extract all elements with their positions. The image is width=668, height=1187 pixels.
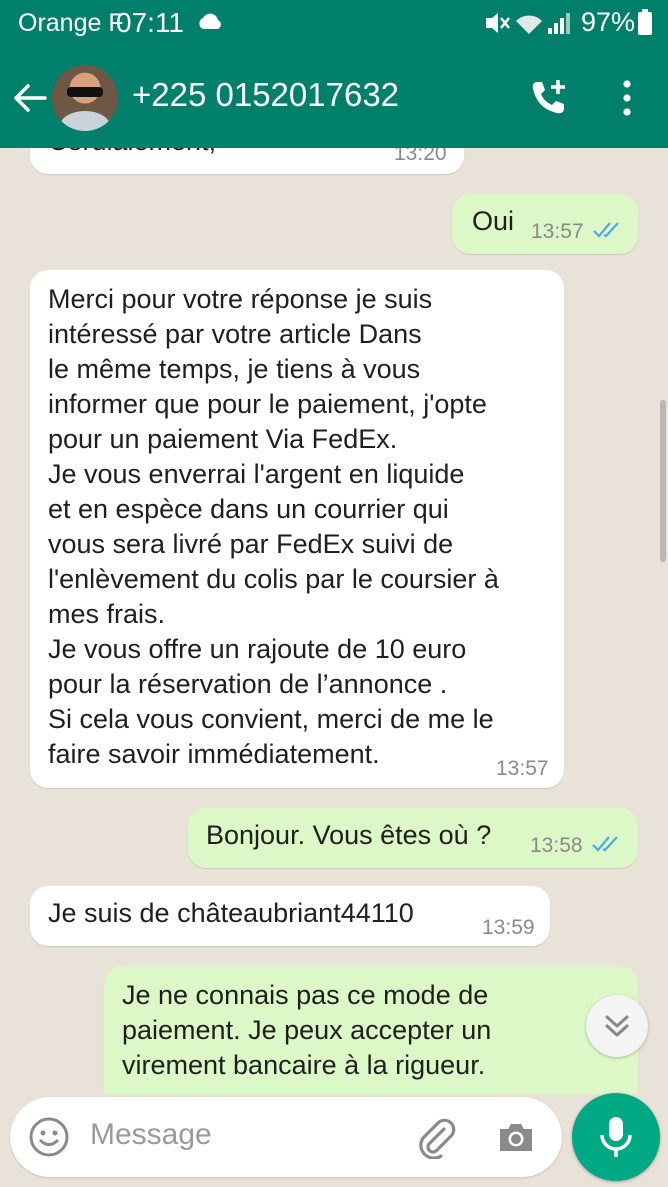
message-line: pour un paiement Via FedEx. xyxy=(48,424,398,454)
message-line: et en espèce dans un courrier qui xyxy=(48,494,449,524)
message-line: Je vous enverrai l'argent en liquide xyxy=(48,459,465,489)
mic-button[interactable] xyxy=(572,1093,660,1181)
message-time: 13:57 xyxy=(496,757,549,780)
message-time: 13:59 xyxy=(482,916,535,939)
scrollbar[interactable] xyxy=(660,400,666,562)
add-call-icon[interactable] xyxy=(528,78,568,118)
status-bar: Orange F 07:11 97% xyxy=(0,0,668,48)
message-text: Oui xyxy=(472,206,515,236)
message-line: pour la réservation de l’annonce . xyxy=(48,669,448,699)
double-chevron-down-icon xyxy=(605,1015,629,1037)
message-composer: Message xyxy=(10,1097,562,1177)
carrier-name: Orange F xyxy=(18,9,124,37)
battery-icon xyxy=(638,9,652,35)
message-line: mes frais. xyxy=(48,599,166,629)
read-ticks-icon xyxy=(593,222,619,238)
emoji-icon[interactable] xyxy=(28,1116,70,1158)
message-line: intéressé par votre article Dans xyxy=(48,319,422,349)
mic-icon xyxy=(600,1117,632,1157)
message-line: le même temps, je tiens à vous xyxy=(48,354,421,384)
scroll-to-bottom-button[interactable] xyxy=(586,995,648,1057)
incoming-message[interactable]: Merci pour votre réponse je suis intéres… xyxy=(30,270,564,788)
cloud-icon xyxy=(199,13,221,29)
message-time: 13:58 xyxy=(530,834,583,857)
chat-area[interactable]: Cordialement, 13:20 Oui 13:57 Merci pour… xyxy=(0,148,668,1094)
more-vert-icon[interactable] xyxy=(618,78,636,118)
message-line: Je vous offre un rajoute de 10 euro xyxy=(48,634,467,664)
message-line: virement bancaire à la rigueur. xyxy=(122,1050,486,1080)
message-text: Cordialement, xyxy=(48,148,216,159)
camera-icon[interactable] xyxy=(496,1117,536,1157)
attach-icon[interactable] xyxy=(414,1115,458,1159)
outgoing-message[interactable]: Oui 13:57 xyxy=(452,194,638,254)
contact-avatar[interactable] xyxy=(52,65,118,131)
message-line: vous sera livré par FedEx suivi de xyxy=(48,529,454,559)
message-text: Je suis de châteaubriant44110 xyxy=(48,898,414,928)
read-ticks-icon xyxy=(592,836,618,852)
message-line: informer que pour le paiement, j'opte xyxy=(48,389,487,419)
back-arrow-icon[interactable] xyxy=(12,80,48,116)
message-line: faire savoir immédiatement. xyxy=(48,739,380,769)
message-line: Merci pour votre réponse je suis xyxy=(48,284,433,314)
message-text: Bonjour. Vous êtes où ? xyxy=(206,820,492,850)
message-time: 13:57 xyxy=(531,220,584,243)
message-line: paiement. Je peux accepter un xyxy=(122,1015,492,1045)
battery-percent: 97% xyxy=(581,7,636,37)
contact-name[interactable]: +225 0152017632 xyxy=(132,76,399,114)
signal-icons xyxy=(486,13,570,34)
message-line: l'enlèvement du colis par le coursier à xyxy=(48,564,499,594)
message-input[interactable]: Message xyxy=(90,1118,212,1152)
incoming-message[interactable]: Je suis de châteaubriant44110 13:59 xyxy=(30,886,550,946)
outgoing-message[interactable]: Bonjour. Vous êtes où ? 13:58 xyxy=(188,808,638,868)
chat-header: +225 0152017632 xyxy=(0,48,668,148)
message-time: 13:20 xyxy=(394,148,447,165)
message-line: Si cela vous convient, merci de me le xyxy=(48,704,494,734)
incoming-message[interactable]: Cordialement, 13:20 xyxy=(30,148,464,174)
status-time: 07:11 xyxy=(116,7,184,38)
outgoing-message[interactable]: Je ne connais pas ce mode de paiement. J… xyxy=(104,966,638,1094)
message-line: Je ne connais pas ce mode de xyxy=(122,980,489,1010)
